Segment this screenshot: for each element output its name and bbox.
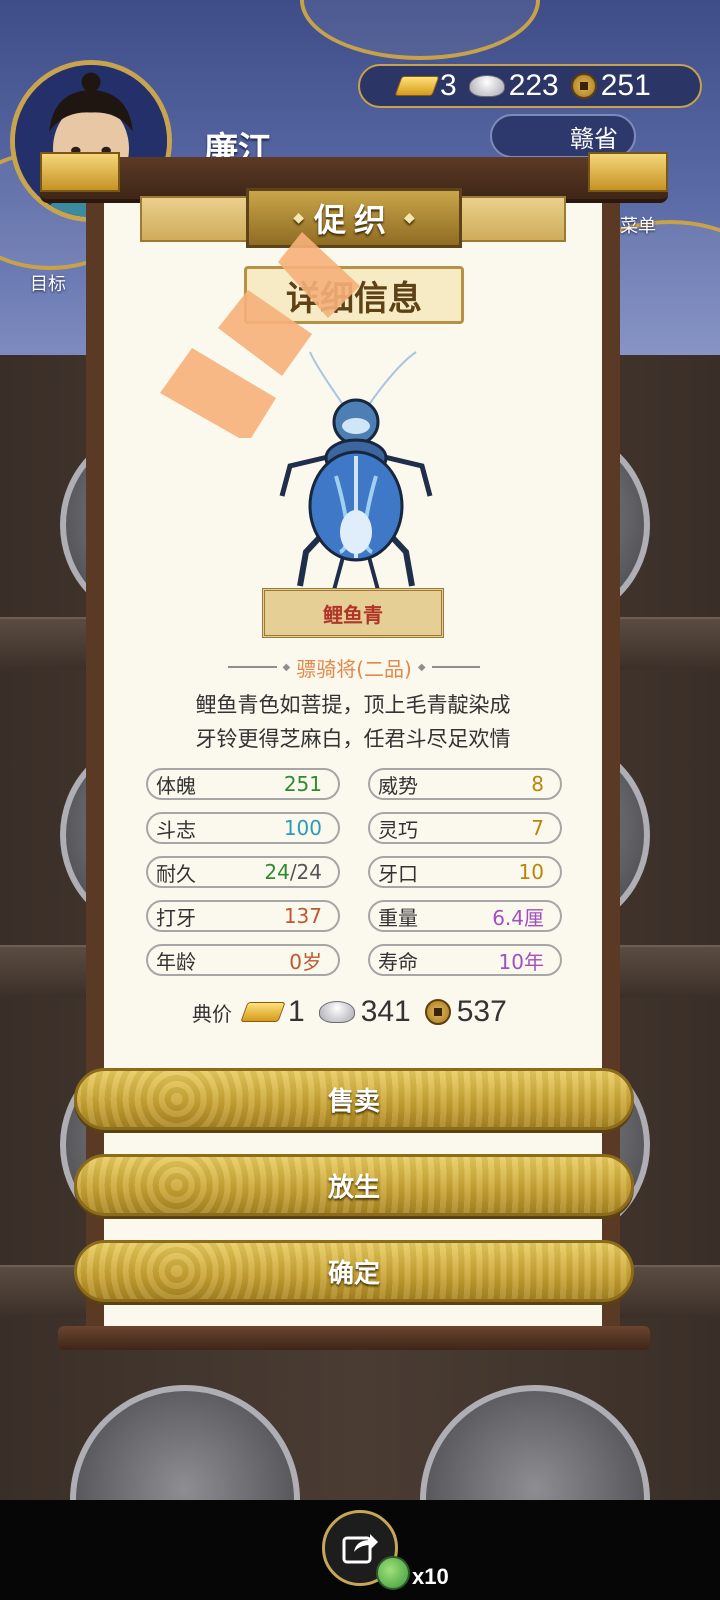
copper-coin-icon	[424, 999, 451, 1025]
silver-ingot-icon	[318, 1001, 355, 1023]
stat-durability: 耐久 24/24	[146, 856, 340, 888]
diamond-ornament-icon: ◆	[417, 661, 426, 673]
price-row: 典价 1 341 537	[192, 994, 515, 1030]
cricket-description: 鲤鱼青色如菩提，顶上毛青靛染成 牙铃更得芝麻白，任君斗尽足欢情	[120, 688, 586, 756]
stat-physique: 体魄 251	[146, 768, 340, 800]
menu-button[interactable]: 菜单	[620, 212, 656, 238]
copper-amount: 251	[600, 69, 651, 102]
confirm-button[interactable]: 确定	[74, 1240, 634, 1302]
description-line: 牙铃更得芝麻白，任君斗尽足欢情	[195, 727, 511, 751]
gold-ingot-icon	[394, 76, 440, 96]
price-gold: 1	[288, 995, 305, 1028]
share-reward-count: x10	[412, 1564, 449, 1589]
sell-button-label: 售卖	[327, 1086, 380, 1117]
silver-ingot-icon	[468, 75, 505, 97]
cricket-name-plate: 鲤鱼青	[262, 588, 444, 638]
goal-button[interactable]: 目标	[30, 270, 66, 296]
menu-label: 菜单	[620, 216, 656, 237]
release-button-label: 放生	[327, 1172, 380, 1203]
release-button[interactable]: 放生	[74, 1154, 634, 1216]
divider	[228, 666, 277, 668]
stat-bite: 牙口 10	[368, 856, 562, 888]
share-icon	[342, 1534, 378, 1564]
region-label: 赣省	[570, 124, 618, 153]
sell-button[interactable]: 售卖	[74, 1068, 634, 1130]
stat-morale: 斗志 100	[146, 812, 340, 844]
confirm-button-label: 确定	[327, 1258, 380, 1289]
price-label: 典价	[192, 1001, 232, 1026]
jade-coin-icon	[376, 1556, 410, 1590]
stat-weight: 重量 6.4厘	[368, 900, 562, 932]
cricket-icon[interactable]	[276, 346, 436, 592]
stat-age: 年龄 0岁	[146, 944, 340, 976]
copper-coin-icon	[570, 73, 597, 99]
cricket-rank: 骠骑将(二品)	[296, 656, 412, 681]
goal-label: 目标	[30, 274, 66, 295]
price-silver: 341	[360, 995, 411, 1028]
gold-amount: 3	[440, 69, 457, 102]
scroll-cap-right	[588, 152, 668, 192]
silver-amount: 223	[508, 69, 559, 102]
rank-line: ◆ 骠骑将(二品) ◆	[228, 652, 481, 682]
stat-lifespan: 寿命 10年	[368, 944, 562, 976]
scroll-bottom-roller	[58, 1326, 650, 1350]
stat-agility: 灵巧 7	[368, 812, 562, 844]
diamond-ornament-icon: ◆	[282, 661, 291, 673]
currency-bar: 3 223 251	[358, 64, 702, 108]
price-copper: 537	[456, 995, 507, 1028]
gold-ingot-icon	[240, 1002, 286, 1022]
description-line: 鲤鱼青色如菩提，顶上毛青靛染成	[195, 693, 511, 717]
diamond-ornament-icon: ◆	[404, 210, 415, 226]
divider	[431, 666, 481, 668]
stat-fang-strike: 打牙 137	[146, 900, 340, 932]
stat-might: 威势 8	[368, 768, 562, 800]
scroll-cap-left	[40, 152, 120, 192]
cricket-name: 鲤鱼青	[323, 602, 383, 627]
